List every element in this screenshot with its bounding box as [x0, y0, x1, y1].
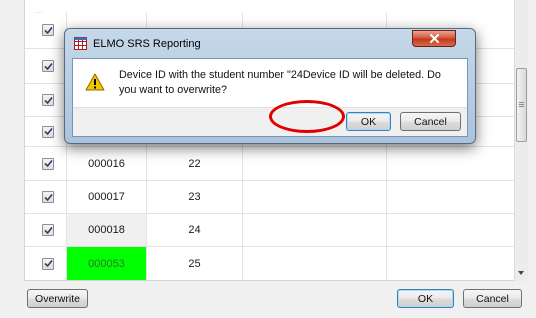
dialog-body: Device ID with the student number "24Dev…: [72, 58, 468, 137]
empty-cell[interactable]: [243, 247, 387, 280]
table-row[interactable]: 000053 25: [25, 247, 514, 280]
warning-icon: [85, 73, 105, 91]
device-id-cell[interactable]: 000016: [67, 147, 147, 180]
row-checkbox[interactable]: [42, 24, 54, 36]
checkbox-cell: [25, 214, 67, 246]
row-checkbox[interactable]: [42, 157, 54, 170]
table-row[interactable]: 000018 24: [25, 214, 514, 247]
annotation-circle: [269, 100, 345, 133]
row-checkbox[interactable]: [42, 60, 54, 72]
empty-cell[interactable]: [243, 147, 387, 180]
scrollbar-grip-icon: [519, 102, 524, 103]
ok-button[interactable]: OK: [397, 289, 454, 308]
dialog-ok-button[interactable]: OK: [346, 112, 391, 131]
empty-cell[interactable]: [243, 214, 387, 246]
checkbox-check-icon: [43, 128, 53, 136]
close-x-icon: [429, 34, 439, 43]
empty-cell[interactable]: [387, 181, 514, 213]
checkbox-cell: [25, 84, 67, 116]
row-checkbox[interactable]: [42, 257, 54, 270]
student-number-cell[interactable]: 24: [147, 214, 243, 246]
checkbox-check-icon: [43, 62, 53, 70]
device-id-cell[interactable]: 000053: [67, 247, 147, 280]
checkbox-cell: [25, 49, 67, 83]
dialog-message: Device ID with the student number "24Dev…: [119, 69, 441, 96]
student-number-cell[interactable]: 23: [147, 181, 243, 213]
checkbox-check-icon: [43, 193, 53, 201]
checkbox-check-icon: [43, 26, 53, 34]
checkbox-check-icon: [43, 96, 53, 104]
checkbox-check-icon: [43, 260, 53, 268]
cancel-button[interactable]: Cancel: [463, 289, 522, 308]
checkbox-cell: [25, 147, 67, 180]
checkbox-cell: [25, 117, 67, 146]
empty-cell[interactable]: [243, 181, 387, 213]
checkbox-check-icon: [43, 226, 53, 234]
row-checkbox[interactable]: [42, 94, 54, 106]
device-id-cell[interactable]: 000017: [67, 181, 147, 213]
checkbox-cell: [25, 181, 67, 213]
checkbox-check-icon: [43, 160, 53, 168]
dialog-cancel-button[interactable]: Cancel: [400, 112, 461, 131]
empty-cell[interactable]: [387, 147, 514, 180]
table-row[interactable]: 000017 23: [25, 181, 514, 214]
checkbox-cell: [25, 247, 67, 280]
scrollbar-thumb[interactable]: [516, 68, 527, 142]
checkbox-cell: [25, 12, 67, 48]
row-checkbox[interactable]: [42, 224, 54, 236]
dialog-title: ELMO SRS Reporting: [93, 38, 201, 50]
overwrite-button[interactable]: Overwrite: [27, 289, 88, 308]
row-checkbox[interactable]: [42, 191, 54, 203]
dialog-close-button[interactable]: [412, 30, 456, 47]
table-row[interactable]: 000016 22: [25, 147, 514, 181]
device-id-cell[interactable]: 000018: [67, 214, 147, 246]
student-number-cell[interactable]: 22: [147, 147, 243, 180]
empty-cell[interactable]: [387, 214, 514, 246]
student-number-cell[interactable]: 25: [147, 247, 243, 280]
scroll-down-arrow-icon[interactable]: [518, 271, 524, 275]
vertical-scrollbar[interactable]: [514, 0, 528, 281]
app-grid-icon: [74, 37, 87, 50]
row-checkbox[interactable]: [42, 125, 54, 138]
empty-cell[interactable]: [387, 247, 514, 280]
overwrite-confirm-dialog: ELMO SRS Reporting Device ID with the st…: [64, 28, 476, 144]
